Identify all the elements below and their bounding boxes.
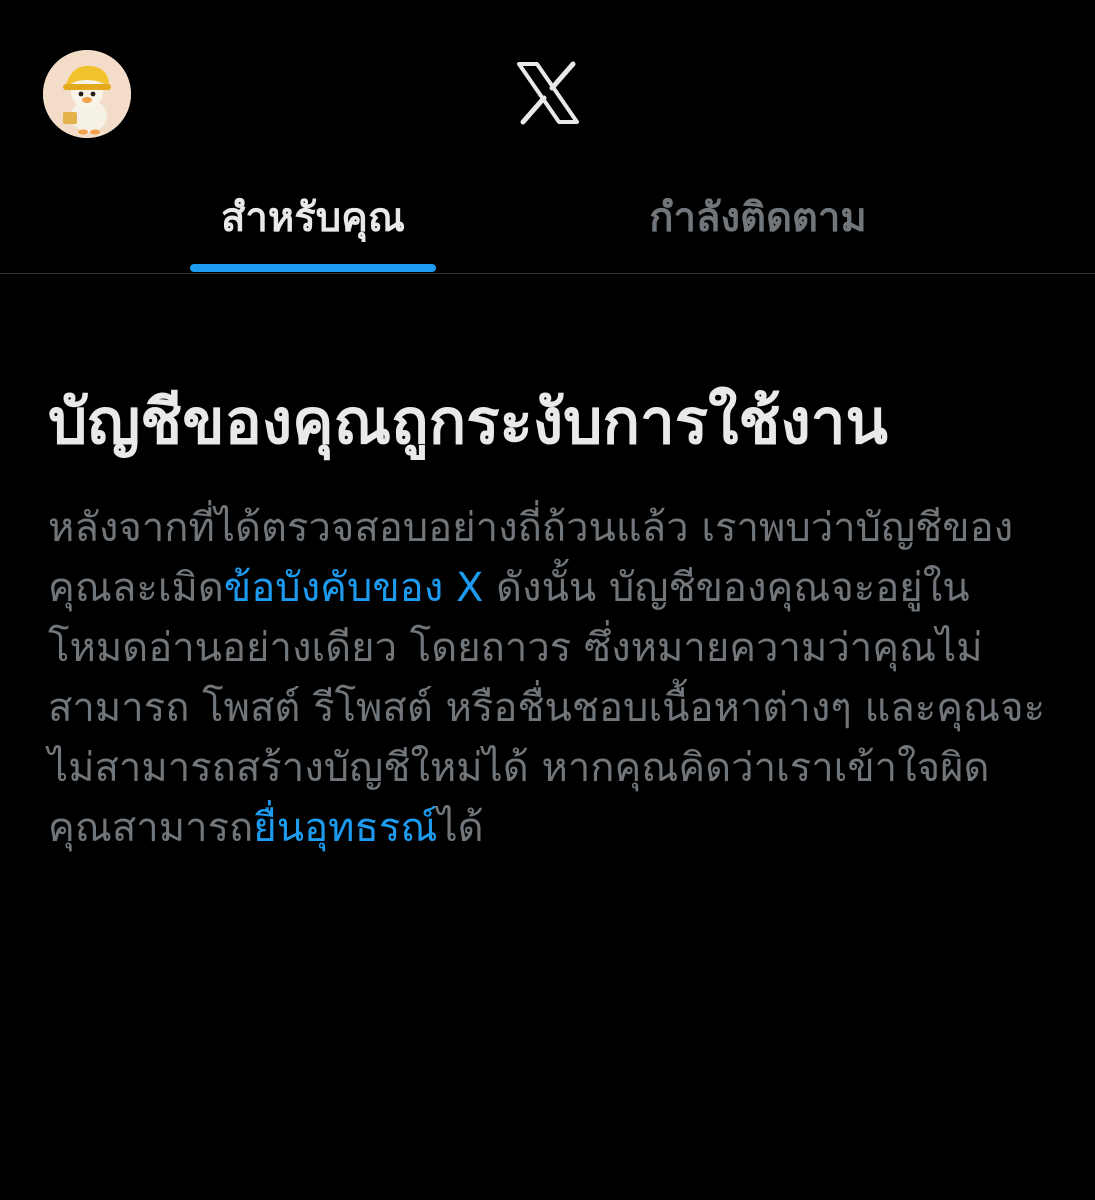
notice-body-text: ได้ <box>437 805 484 851</box>
suspension-notice: บัญชีของคุณถูกระงับการใช้งาน หลังจากที่ไ… <box>48 370 1048 858</box>
x-logo-icon <box>515 60 581 126</box>
tab-for-you[interactable]: สำหรับคุณ <box>190 190 436 246</box>
active-tab-indicator <box>190 264 436 272</box>
rules-link[interactable]: ข้อบังคับของ X <box>224 565 483 611</box>
timeline-tabs: สำหรับคุณ กำลังติดตาม <box>0 160 1095 274</box>
notice-body: หลังจากที่ได้ตรวจสอบอย่างถี่ถ้วนแล้ว เรา… <box>48 498 1048 858</box>
appeal-link[interactable]: ยื่นอุทธรณ์ <box>253 805 437 851</box>
tab-following[interactable]: กำลังติดตาม <box>612 190 904 246</box>
top-bar <box>0 0 1095 160</box>
duck-avatar-icon <box>43 50 131 138</box>
avatar[interactable] <box>43 50 131 138</box>
notice-title: บัญชีของคุณถูกระงับการใช้งาน <box>48 385 888 458</box>
